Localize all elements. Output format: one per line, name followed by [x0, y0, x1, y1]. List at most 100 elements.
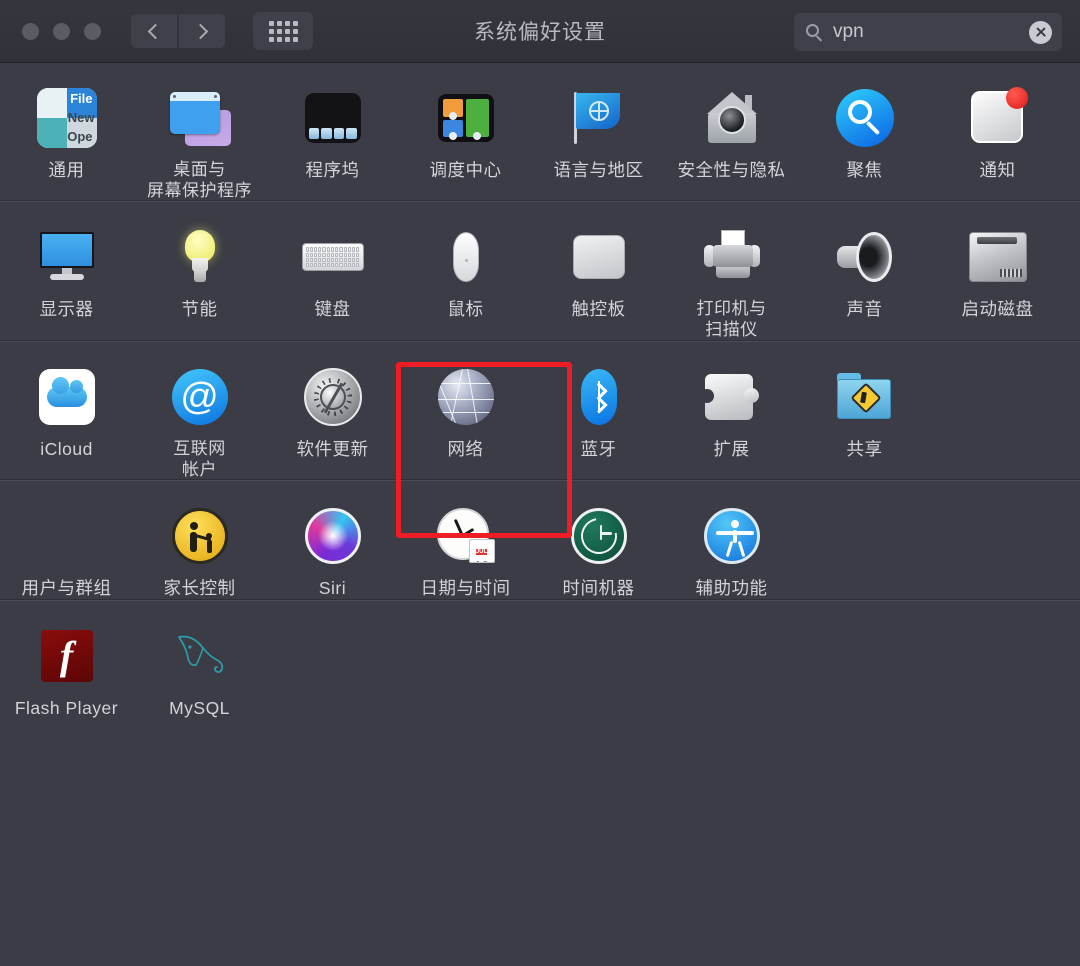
pref-item-language-region[interactable]: 语言与地区 [532, 63, 665, 201]
pref-item-trackpad[interactable]: 触控板 [532, 202, 665, 340]
calendar-month: JUL [475, 549, 488, 556]
pref-item-empty-slot [931, 601, 1064, 719]
pref-item-accessibility[interactable]: 辅助功能 [665, 481, 798, 599]
security-privacy-icon [699, 85, 765, 151]
pref-item-date-time[interactable]: JUL 18 日期与时间 [399, 481, 532, 599]
pref-label: 扩展 [713, 438, 750, 459]
pref-item-empty-slot [798, 481, 931, 599]
search-field[interactable]: vpn [794, 13, 1062, 51]
trackpad-icon [566, 224, 632, 290]
pref-row-5: f Flash Player MySQL [0, 598, 1080, 719]
pref-label: 辅助功能 [695, 578, 768, 599]
pref-item-mission-control[interactable]: 调度中心 [399, 63, 532, 201]
desktop-screensaver-icon [167, 85, 233, 151]
zoom-button[interactable] [84, 22, 101, 40]
parental-controls-icon [167, 503, 233, 569]
pref-item-empty-slot [266, 601, 399, 719]
grid-dots-icon [268, 20, 298, 42]
icloud-icon [34, 364, 100, 430]
pref-item-energy-saver[interactable]: 节能 [133, 202, 266, 340]
pref-row-3: iCloud @ 互联网 帐户 软件更新 网络 蓝牙 扩展 共享 [0, 339, 1080, 480]
pref-label: 通知 [979, 160, 1016, 180]
dock-icon [300, 85, 366, 151]
pref-item-time-machine[interactable]: 时间机器 [532, 481, 665, 599]
pref-item-flash-player[interactable]: f Flash Player [0, 601, 133, 719]
show-all-button[interactable] [253, 12, 313, 50]
pref-label: iCloud [40, 438, 93, 459]
pref-label: Flash Player [14, 697, 119, 718]
close-button[interactable] [22, 22, 39, 40]
pref-label: Siri [318, 578, 347, 599]
pref-item-network[interactable]: 网络 [399, 342, 532, 480]
pref-item-printers-scanners[interactable]: 打印机与 扫描仪 [665, 202, 798, 340]
pref-item-users-groups[interactable]: 用户与群组 [0, 481, 133, 599]
pref-label: 语言与地区 [553, 160, 644, 180]
pref-label: 节能 [181, 299, 218, 320]
pref-label: 互联网 帐户 [173, 438, 226, 479]
clear-search-button[interactable] [1029, 20, 1052, 44]
users-groups-icon [34, 503, 100, 569]
language-region-icon [566, 85, 632, 151]
pref-label: 启动磁盘 [961, 299, 1034, 320]
mysql-icon [167, 623, 233, 689]
pref-label: 聚焦 [846, 160, 883, 180]
notifications-icon [965, 85, 1031, 151]
mission-control-icon [433, 85, 499, 151]
pref-item-startup-disk[interactable]: 启动磁盘 [931, 202, 1064, 340]
pref-item-spotlight[interactable]: 聚焦 [798, 63, 931, 201]
network-icon [433, 364, 499, 430]
displays-icon [34, 224, 100, 290]
chevron-left-icon [147, 23, 164, 39]
pref-label: 共享 [846, 438, 883, 459]
pref-label: 软件更新 [296, 438, 369, 459]
pref-label: 日期与时间 [420, 578, 511, 599]
pref-item-extensions[interactable]: 扩展 [665, 342, 798, 480]
calendar-day: 18 [474, 558, 490, 562]
pref-item-desktop-screensaver[interactable]: 桌面与 屏幕保护程序 [133, 63, 266, 201]
window-titlebar: 系统偏好设置 vpn [0, 0, 1080, 63]
bluetooth-icon [566, 364, 632, 430]
pref-item-software-update[interactable]: 软件更新 [266, 342, 399, 480]
notification-badge [1005, 87, 1028, 109]
pref-item-general[interactable]: File New Ope 通用 [0, 63, 133, 201]
minimize-button[interactable] [53, 22, 70, 40]
pref-item-mouse[interactable]: 鼠标 [399, 202, 532, 340]
navigation-buttons [131, 14, 225, 48]
flash-glyph: f [40, 629, 93, 682]
chevron-right-icon [192, 23, 209, 39]
pref-item-parental-controls[interactable]: 家长控制 [133, 481, 266, 599]
traffic-light-group [22, 22, 101, 40]
pref-item-sound[interactable]: 声音 [798, 202, 931, 340]
pref-item-notifications[interactable]: 通知 [931, 63, 1064, 201]
pref-item-security-privacy[interactable]: 安全性与隐私 [665, 63, 798, 201]
pref-item-icloud[interactable]: iCloud [0, 342, 133, 480]
search-input[interactable]: vpn [833, 21, 864, 43]
pref-item-dock[interactable]: 程序坞 [266, 63, 399, 201]
pref-label: 时间机器 [562, 578, 635, 599]
pref-label: 调度中心 [429, 160, 502, 180]
pref-item-siri[interactable]: Siri [266, 481, 399, 599]
pref-label: 安全性与隐私 [677, 160, 786, 180]
time-machine-icon [566, 503, 632, 569]
pref-item-sharing[interactable]: 共享 [798, 342, 931, 480]
back-button[interactable] [131, 14, 177, 48]
pref-item-bluetooth[interactable]: 蓝牙 [532, 342, 665, 480]
pref-label: 显示器 [39, 299, 94, 320]
spotlight-icon [832, 85, 898, 151]
accessibility-icon [699, 503, 765, 569]
pref-item-empty-slot [931, 481, 1064, 599]
pref-item-keyboard[interactable]: 键盘 [266, 202, 399, 340]
printers-scanners-icon [699, 224, 765, 290]
pref-item-empty-slot [798, 601, 931, 719]
pref-label: 程序坞 [305, 160, 360, 180]
pref-row-1: File New Ope 通用 桌面与 屏幕保护程序 程序坞 调度中心 语言与地… [0, 60, 1080, 201]
pref-item-internet-accounts[interactable]: @ 互联网 帐户 [133, 342, 266, 480]
forward-button[interactable] [179, 14, 225, 48]
sharing-icon [832, 364, 898, 430]
keyboard-icon [300, 224, 366, 290]
pref-label: 触控板 [571, 299, 626, 320]
sound-icon [832, 224, 898, 290]
pref-label: 鼠标 [447, 299, 484, 320]
pref-item-mysql[interactable]: MySQL [133, 601, 266, 719]
pref-item-displays[interactable]: 显示器 [0, 202, 133, 340]
